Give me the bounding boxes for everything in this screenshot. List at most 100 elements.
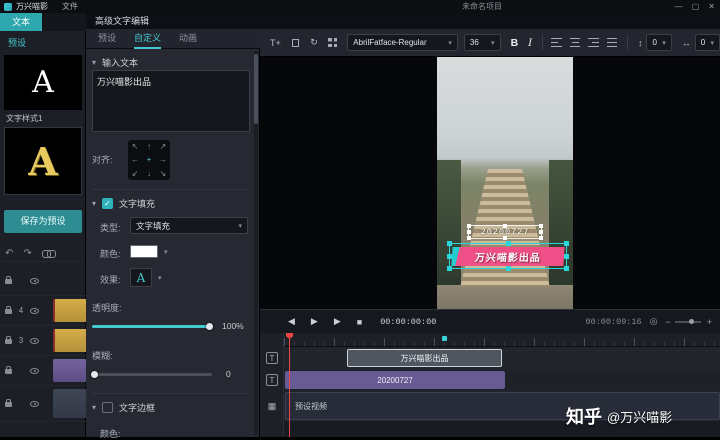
chevron-down-icon: ▾: [662, 39, 666, 47]
layout-grid-icon[interactable]: [327, 38, 338, 47]
fill-color-swatch[interactable]: [130, 245, 158, 258]
zoom-out-button[interactable]: −: [665, 317, 670, 327]
prev-frame-button[interactable]: ◀: [288, 316, 295, 327]
align-down-right-icon[interactable]: ↘: [160, 169, 167, 178]
section-text-fill[interactable]: ▾ ✓ 文字填充: [92, 197, 155, 210]
clip-fragment[interactable]: [53, 329, 86, 352]
chevron-down-icon[interactable]: ▾: [164, 248, 168, 256]
lock-icon[interactable]: [5, 336, 12, 344]
title-clip[interactable]: 万兴喵影出品: [347, 349, 502, 367]
align-center-button[interactable]: [569, 38, 581, 47]
track-number: 3: [18, 336, 24, 345]
align-widget[interactable]: ↖ ↑ ↗ ← + → ↙ ↓ ↘: [128, 140, 170, 180]
snapshot-icon[interactable]: ◎: [650, 316, 658, 327]
align-right-icon[interactable]: →: [159, 155, 167, 164]
track-type-cell: ▦: [260, 391, 284, 421]
blur-slider[interactable]: [92, 373, 212, 376]
align-down-left-icon[interactable]: ↙: [132, 169, 139, 178]
lock-icon[interactable]: [5, 306, 12, 314]
align-up-right-icon[interactable]: ↗: [160, 142, 167, 151]
next-frame-button[interactable]: ▶: [334, 316, 341, 327]
font-size-value: 36: [469, 38, 479, 47]
panel-scrollbar[interactable]: [254, 51, 258, 435]
rotate-icon[interactable]: ↻: [310, 37, 318, 48]
line-spacing-select[interactable]: 0 ▾: [646, 34, 672, 51]
fill-effect-button[interactable]: A: [130, 268, 152, 287]
border-checkbox[interactable]: [102, 402, 114, 413]
chevron-down-icon[interactable]: ▾: [92, 58, 96, 67]
tab-custom[interactable]: 自定义: [134, 29, 162, 49]
text-style-card-2[interactable]: A: [4, 127, 82, 195]
align-up-icon[interactable]: ↑: [147, 142, 151, 151]
eye-icon[interactable]: [30, 367, 39, 374]
section-input-text[interactable]: ▾ 输入文本: [92, 56, 138, 69]
section-text-border[interactable]: ▾ 文字边框: [92, 401, 155, 414]
opacity-slider[interactable]: [92, 325, 212, 328]
total-duration: 00:00:09:16: [585, 316, 642, 327]
lock-icon[interactable]: [5, 276, 12, 284]
align-up-left-icon[interactable]: ↖: [132, 142, 139, 151]
link-icon[interactable]: [41, 250, 56, 258]
menu-file[interactable]: 文件: [62, 1, 78, 12]
chevron-down-icon[interactable]: ▾: [158, 274, 162, 282]
watermark: 知乎 @万兴喵影: [566, 403, 672, 429]
timeline-ruler[interactable]: [284, 333, 720, 347]
text-input[interactable]: 万兴喵影出品: [92, 70, 250, 132]
clip-fragment[interactable]: [53, 359, 86, 382]
add-text-icon[interactable]: T+: [270, 38, 281, 48]
tab-text[interactable]: 文本: [0, 13, 42, 31]
eye-icon[interactable]: [30, 307, 39, 314]
letter-spacing-select[interactable]: 0 ▾: [694, 34, 720, 51]
date-clip[interactable]: 20200727: [285, 371, 505, 389]
crop-icon[interactable]: [291, 38, 300, 48]
eye-icon[interactable]: [30, 400, 39, 407]
eye-icon[interactable]: [30, 337, 39, 344]
section-label: 输入文本: [102, 58, 139, 68]
align-right-button[interactable]: [588, 38, 599, 47]
chevron-down-icon[interactable]: ▾: [92, 199, 96, 208]
tab-animation[interactable]: 动画: [179, 29, 197, 49]
italic-button[interactable]: I: [528, 37, 532, 49]
align-justify-button[interactable]: [606, 38, 618, 47]
play-button[interactable]: ▶: [311, 316, 318, 327]
undo-icon[interactable]: ↶: [5, 248, 13, 259]
tab-preset[interactable]: 预设: [98, 29, 116, 49]
letter-spacing-value: 0: [700, 38, 706, 47]
align-center-icon[interactable]: +: [147, 155, 152, 164]
align-left-button[interactable]: [551, 38, 562, 47]
align-left-icon[interactable]: ←: [131, 155, 139, 164]
font-family-select[interactable]: AbrilFatface-Regular ▾: [347, 34, 458, 51]
close-button[interactable]: ✕: [708, 2, 715, 11]
track-type-cell: T: [260, 347, 284, 369]
zoom-slider[interactable]: [674, 318, 701, 324]
banner-text-overlay[interactable]: 万兴喵影出品: [447, 241, 569, 271]
clip-fragment[interactable]: [53, 299, 86, 322]
zoom-in-button[interactable]: +: [707, 317, 712, 327]
text-style-card-1[interactable]: A: [4, 55, 82, 110]
lock-icon[interactable]: [5, 366, 12, 374]
lock-icon[interactable]: [5, 399, 12, 407]
chevron-down-icon: ▾: [710, 39, 715, 47]
minimize-button[interactable]: —: [675, 2, 683, 11]
fill-type-select[interactable]: 文字填充 ▾: [130, 217, 248, 234]
fill-checkbox[interactable]: ✓: [102, 198, 114, 209]
font-size-select[interactable]: 36 ▾: [463, 34, 501, 51]
video-canvas[interactable]: [437, 57, 573, 309]
redo-icon[interactable]: ↷: [23, 248, 31, 259]
stop-button[interactable]: ■: [357, 317, 362, 327]
timeline-marker-icon[interactable]: [442, 336, 447, 341]
date-text-overlay[interactable]: 20200727: [467, 224, 543, 240]
save-preset-button[interactable]: 保存为预设: [4, 210, 82, 233]
align-down-icon[interactable]: ↓: [147, 169, 151, 178]
banner-overlay-text: 万兴喵影出品: [474, 253, 542, 264]
nav-preset[interactable]: 预设: [8, 36, 26, 49]
playhead[interactable]: [289, 333, 290, 437]
eye-icon[interactable]: [30, 277, 39, 284]
blur-slider-knob[interactable]: [91, 371, 98, 378]
bold-button[interactable]: B: [511, 37, 519, 49]
maximize-button[interactable]: ▢: [692, 2, 700, 11]
opacity-slider-knob[interactable]: [206, 323, 213, 330]
chevron-down-icon[interactable]: ▾: [92, 403, 96, 412]
clip-fragment[interactable]: [53, 389, 86, 418]
zoom-slider-knob[interactable]: [688, 318, 694, 324]
